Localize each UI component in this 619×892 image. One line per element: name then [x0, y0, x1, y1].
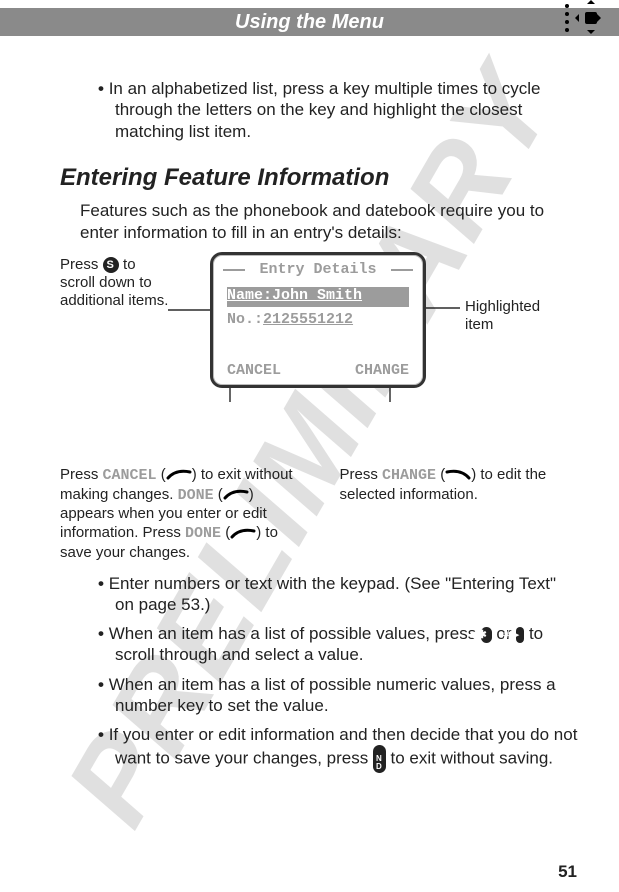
change-mono: CHANGE: [382, 467, 436, 484]
scroll-key-icon: S: [103, 257, 119, 273]
annotation-cancel-done: Press CANCEL () to exit without making c…: [60, 466, 300, 563]
annotation-change: Press CHANGE () to edit the selected inf…: [340, 466, 580, 563]
t: (: [214, 486, 223, 503]
bullet-exit-without-saving: If you enter or edit information and the…: [115, 724, 579, 773]
bullet-enter-numbers: Enter numbers or text with the keypad. (…: [115, 573, 579, 616]
bullet-alphabetized-list: In an alphabetized list, press a key mul…: [115, 78, 579, 142]
section-heading: Entering Feature Information: [60, 164, 579, 192]
done-mono-2: DONE: [185, 525, 221, 542]
annotation-scroll: Press S to scroll down to additional ite…: [60, 256, 170, 310]
phone-screen: Entry Details Name:John Smith No.:212555…: [210, 252, 426, 388]
page-header: Using the Menu: [0, 8, 619, 36]
annotation-scroll-a: Press: [60, 256, 103, 273]
softkey-left: CANCEL: [227, 362, 281, 379]
section-intro: Features such as the phonebook and dateb…: [80, 200, 579, 244]
t: (: [157, 466, 166, 483]
diagram-footer-annotations: Press CANCEL () to exit without making c…: [60, 466, 579, 563]
screen-row-number: No.:2125551212: [227, 311, 409, 331]
left-softkey-icon: [230, 528, 256, 539]
bullet-numeric-values: When an item has a list of possible nume…: [115, 674, 579, 717]
screen-row-name: Name:John Smith: [227, 287, 409, 307]
t: Press: [340, 466, 383, 483]
name-label: Name:: [227, 287, 272, 304]
screen-title: Entry Details: [213, 261, 423, 278]
header-title: Using the Menu: [235, 11, 384, 34]
page-number: 51: [558, 862, 577, 882]
softkey-right: CHANGE: [355, 362, 409, 379]
end-key-icon: END: [373, 745, 386, 773]
navigation-icon: [561, 0, 601, 48]
annotation-highlighted-item: Highlighted item: [465, 298, 565, 334]
name-value: John Smith: [272, 287, 362, 304]
screen-diagram: Press S to scroll down to additional ite…: [60, 252, 560, 462]
left-key-icon: ◀✱: [481, 627, 492, 643]
b3a: When an item has a list of possible valu…: [109, 624, 481, 643]
done-mono-1: DONE: [178, 487, 214, 504]
softkey-row: CANCEL CHANGE: [227, 362, 409, 379]
cancel-mono: CANCEL: [103, 467, 157, 484]
b5b: to exit without saving.: [386, 749, 553, 768]
t: Press: [60, 466, 103, 483]
bullet-list-values: When an item has a list of possible valu…: [115, 623, 579, 666]
t: (: [436, 466, 445, 483]
left-softkey-icon: [223, 489, 249, 500]
no-value: 2125551212: [263, 311, 353, 328]
t: (: [221, 524, 230, 541]
right-softkey-icon: [445, 469, 471, 480]
no-label: No.:: [227, 311, 263, 328]
left-softkey-icon: [166, 469, 192, 480]
